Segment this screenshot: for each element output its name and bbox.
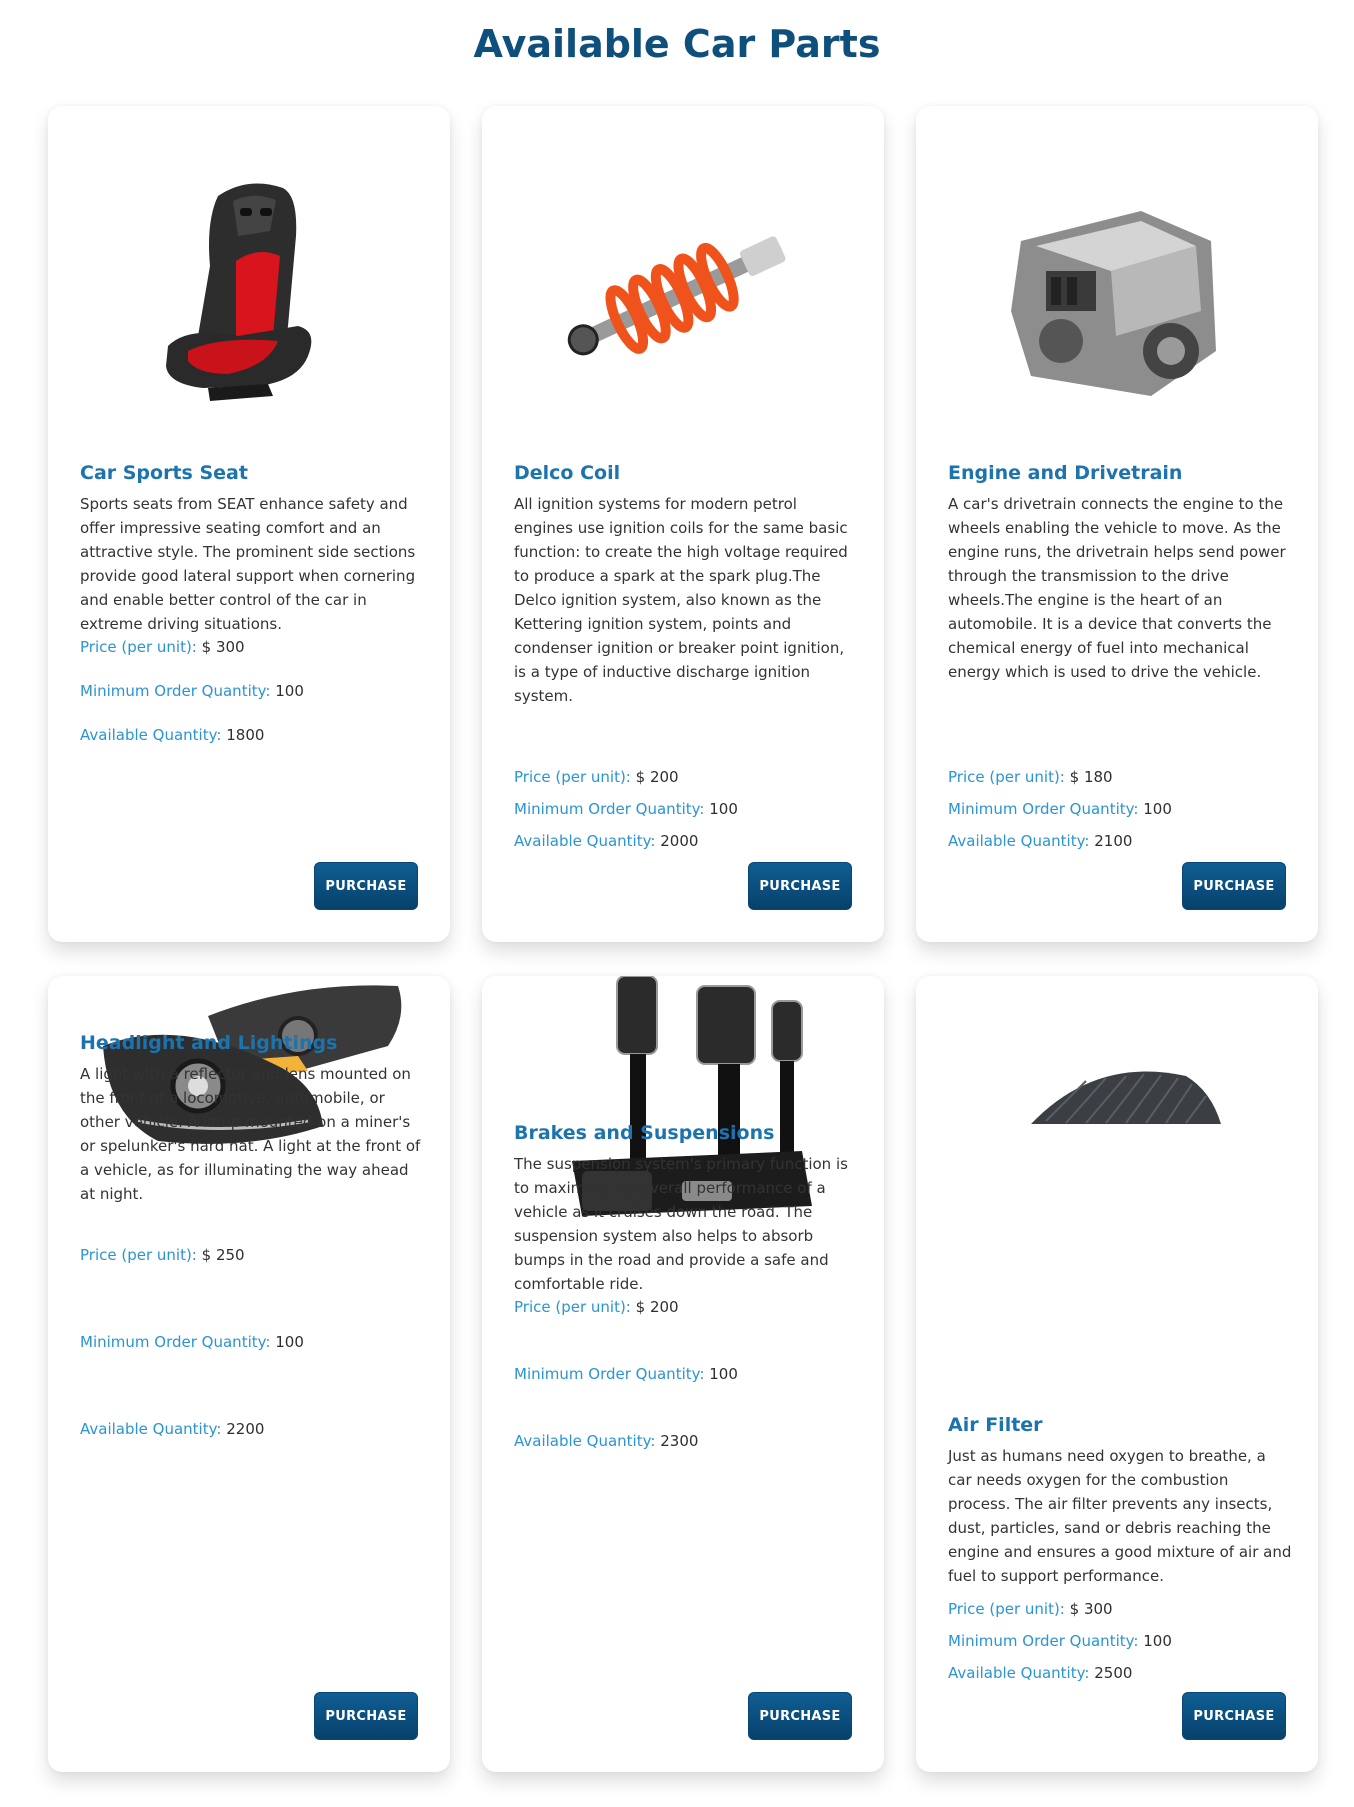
price-label: Price (per unit): xyxy=(80,1246,197,1264)
product-name: Air Filter xyxy=(948,1414,1043,1436)
min-order-value: 100 xyxy=(1143,800,1172,818)
min-order-row: Minimum Order Quantity: 100 xyxy=(80,1333,304,1351)
price-value: $ 180 xyxy=(1069,768,1113,786)
price-value: $ 250 xyxy=(201,1246,245,1264)
min-order-label: Minimum Order Quantity: xyxy=(948,1632,1139,1650)
available-row: Available Quantity: 2500 xyxy=(948,1664,1132,1682)
purchase-button[interactable]: PURCHASE xyxy=(748,862,852,910)
available-row: Available Quantity: 2200 xyxy=(80,1420,264,1438)
available-row: Available Quantity: 2000 xyxy=(514,832,698,850)
purchase-button[interactable]: PURCHASE xyxy=(1182,1692,1286,1740)
price-label: Price (per unit): xyxy=(948,768,1065,786)
available-label: Available Quantity: xyxy=(514,832,656,850)
price-value: $ 300 xyxy=(1069,1600,1113,1618)
purchase-button[interactable]: PURCHASE xyxy=(1182,862,1286,910)
min-order-label: Minimum Order Quantity: xyxy=(80,682,271,700)
available-value: 2200 xyxy=(226,1420,265,1438)
available-value: 2000 xyxy=(660,832,699,850)
price-label: Price (per unit): xyxy=(514,1298,631,1316)
min-order-label: Minimum Order Quantity: xyxy=(514,800,705,818)
available-row: Available Quantity: 2100 xyxy=(948,832,1132,850)
product-name: Headlight and Lightings xyxy=(80,1032,338,1054)
delco-coil-image xyxy=(567,236,786,356)
price-value: $ 200 xyxy=(635,768,679,786)
purchase-button[interactable]: PURCHASE xyxy=(314,1692,418,1740)
available-value: 2300 xyxy=(660,1432,699,1450)
product-name: Delco Coil xyxy=(514,462,621,484)
available-value: 2500 xyxy=(1094,1664,1133,1682)
product-card-car-sports-seat: Car Sports Seat Sports seats from SEAT e… xyxy=(48,106,450,942)
available-label: Available Quantity: xyxy=(80,726,222,744)
available-row: Available Quantity: 2300 xyxy=(514,1432,698,1450)
price-row: Price (per unit): $ 250 xyxy=(80,1246,245,1264)
product-card-brakes-and-suspensions: Brakes and Suspensions The suspension sy… xyxy=(482,976,884,1772)
car-sports-seat-image xyxy=(166,183,312,401)
price-label: Price (per unit): xyxy=(948,1600,1065,1618)
product-card-delco-coil: Delco Coil All ignition systems for mode… xyxy=(482,106,884,942)
available-label: Available Quantity: xyxy=(948,832,1090,850)
product-name: Brakes and Suspensions xyxy=(514,1122,775,1144)
product-description: A car's drivetrain connects the engine t… xyxy=(948,495,1286,681)
min-order-row: Minimum Order Quantity: 100 xyxy=(948,800,1172,818)
price-label: Price (per unit): xyxy=(514,768,631,786)
min-order-label: Minimum Order Quantity: xyxy=(514,1365,705,1383)
min-order-value: 100 xyxy=(275,682,304,700)
product-card-engine-and-drivetrain: Engine and Drivetrain A car's drivetrain… xyxy=(916,106,1318,942)
price-value: $ 300 xyxy=(201,638,245,656)
price-row: Price (per unit): $ 200 xyxy=(514,768,679,786)
min-order-label: Minimum Order Quantity: xyxy=(80,1333,271,1351)
price-row: Price (per unit): $ 200 xyxy=(514,1298,679,1316)
product-description: Just as humans need oxygen to breathe, a… xyxy=(948,1447,1292,1585)
price-label: Price (per unit): xyxy=(80,638,197,656)
available-label: Available Quantity: xyxy=(948,1664,1090,1682)
product-card-headlight-and-lightings: Headlight and Lightings A light with a r… xyxy=(48,976,450,1772)
purchase-button[interactable]: PURCHASE xyxy=(748,1692,852,1740)
price-value: $ 200 xyxy=(635,1298,679,1316)
product-description: Sports seats from SEAT enhance safety an… xyxy=(80,495,416,633)
min-order-row: Minimum Order Quantity: 100 xyxy=(514,800,738,818)
engine-image xyxy=(1011,211,1216,396)
product-card-air-filter: Air Filter Just as humans need oxygen to… xyxy=(916,976,1318,1772)
available-row: Available Quantity: 1800 xyxy=(80,726,264,744)
min-order-label: Minimum Order Quantity: xyxy=(948,800,1139,818)
available-label: Available Quantity: xyxy=(514,1432,656,1450)
min-order-row: Minimum Order Quantity: 100 xyxy=(80,682,304,700)
min-order-row: Minimum Order Quantity: 100 xyxy=(948,1632,1172,1650)
product-description: All ignition systems for modern petrol e… xyxy=(514,495,848,705)
available-value: 1800 xyxy=(226,726,265,744)
product-name: Engine and Drivetrain xyxy=(948,462,1183,484)
price-row: Price (per unit): $ 300 xyxy=(80,638,245,656)
purchase-button[interactable]: PURCHASE xyxy=(314,862,418,910)
available-value: 2100 xyxy=(1094,832,1133,850)
min-order-value: 100 xyxy=(709,1365,738,1383)
min-order-value: 100 xyxy=(1143,1632,1172,1650)
page-title: Available Car Parts xyxy=(473,22,881,66)
min-order-row: Minimum Order Quantity: 100 xyxy=(514,1365,738,1383)
price-row: Price (per unit): $ 300 xyxy=(948,1600,1113,1618)
product-name: Car Sports Seat xyxy=(80,462,248,484)
product-description: A light with a reflector and lens mounte… xyxy=(80,1065,421,1203)
min-order-value: 100 xyxy=(709,800,738,818)
price-row: Price (per unit): $ 180 xyxy=(948,768,1113,786)
air-filter-image xyxy=(1031,1071,1221,1124)
min-order-value: 100 xyxy=(275,1333,304,1351)
available-label: Available Quantity: xyxy=(80,1420,222,1438)
product-description: The suspension system's primary function… xyxy=(514,1155,848,1293)
